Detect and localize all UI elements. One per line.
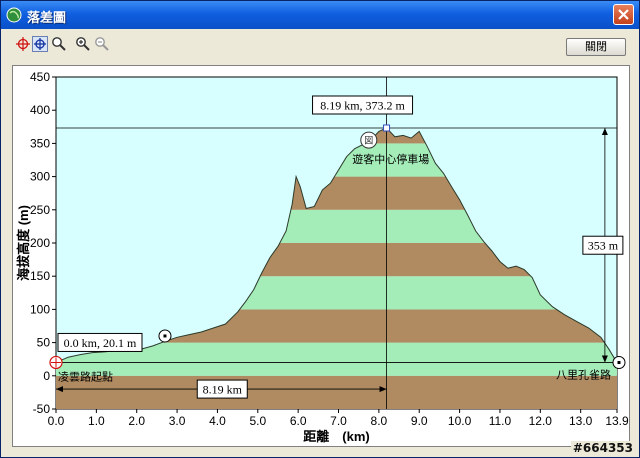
crosshair-box-icon[interactable] — [32, 36, 48, 52]
x-tick-label: 6.0 — [290, 414, 307, 428]
y-tick-label: 200 — [30, 236, 50, 250]
y-tick-label: 100 — [30, 302, 50, 316]
x-tick-label: 7.0 — [330, 414, 347, 428]
y-tick-label: 300 — [30, 170, 50, 184]
y-tick-label: -50 — [33, 402, 51, 416]
cursor-point-marker — [383, 124, 391, 132]
start-point-label: 凌雲路起點 — [58, 369, 113, 383]
x-axis-label: 距離 (km) — [303, 429, 369, 444]
y-tick-label: 350 — [30, 136, 50, 150]
x-tick-label: 1.0 — [88, 414, 105, 428]
close-button[interactable]: 關閉 — [566, 38, 626, 56]
globe-icon — [6, 7, 22, 23]
x-tick-label: 2.0 — [128, 414, 145, 428]
elevation-chart-frame: 0.0 1.0 2.0 3.0 4.0 5.0 6.0 7.0 8.0 9.0 10.0 11.0 12… — [12, 65, 630, 447]
x-tick-label: 13.0 — [569, 414, 593, 428]
profile-window: 落差圖 關閉 0.0 1.0 2.0 3.0 4.0 5.0 6.0 7.0 8.0 9.0 10.… — [0, 0, 640, 458]
x-tick-label: 5.0 — [249, 414, 266, 428]
x-tick-label: 12.0 — [529, 414, 553, 428]
x-tick-label: 11.0 — [489, 414, 512, 428]
parking-point-label: 遊客中心停車場 — [352, 152, 429, 166]
height-readout-text: 353 m — [588, 239, 619, 253]
window-close-button[interactable] — [613, 4, 634, 25]
x-tick-label: 0.0 — [48, 414, 65, 428]
watermark-text: #664353 — [570, 441, 635, 455]
x-tick-label: 3.0 — [169, 414, 186, 428]
crosshair-icon[interactable] — [15, 36, 31, 52]
end-point-label: 八里孔雀路 — [556, 369, 611, 382]
parking-icon: 図 — [364, 136, 373, 146]
cursor-readout-text: 8.19 km, 373.2 m — [320, 98, 405, 112]
close-icon — [618, 9, 629, 20]
zoom-in-icon[interactable] — [75, 36, 91, 52]
y-tick-label: 0 — [43, 369, 50, 383]
x-tick-label: 8.0 — [371, 414, 388, 428]
elevation-band — [56, 375, 617, 409]
magnifier-icon[interactable] — [51, 36, 67, 52]
start-readout-text: 0.0 km, 20.1 m — [64, 336, 137, 350]
x-tick-label: 4.0 — [209, 414, 226, 428]
x-tick-label: 10.0 — [448, 414, 472, 428]
zoom-out-icon[interactable] — [94, 36, 110, 52]
waypoint-marker-dot — [163, 334, 167, 338]
end-point-marker-dot — [617, 361, 621, 365]
distance-readout-text: 8.19 km — [203, 383, 243, 397]
y-tick-label: 400 — [30, 103, 50, 117]
window-title: 落差圖 — [27, 11, 67, 26]
y-tick-label: 450 — [30, 70, 50, 84]
y-tick-label: 50 — [37, 336, 51, 350]
x-tick-label: 13.9 — [605, 414, 629, 428]
elevation-chart[interactable]: 0.0 1.0 2.0 3.0 4.0 5.0 6.0 7.0 8.0 9.0 10.0 11.0 12… — [13, 66, 629, 446]
y-tick-label: 150 — [30, 269, 50, 283]
title-bar[interactable]: 落差圖 — [1, 1, 639, 29]
x-tick-label: 9.0 — [411, 414, 428, 428]
y-axis-label: 海拔高度 (m) — [16, 205, 31, 281]
y-tick-label: 250 — [30, 203, 50, 217]
